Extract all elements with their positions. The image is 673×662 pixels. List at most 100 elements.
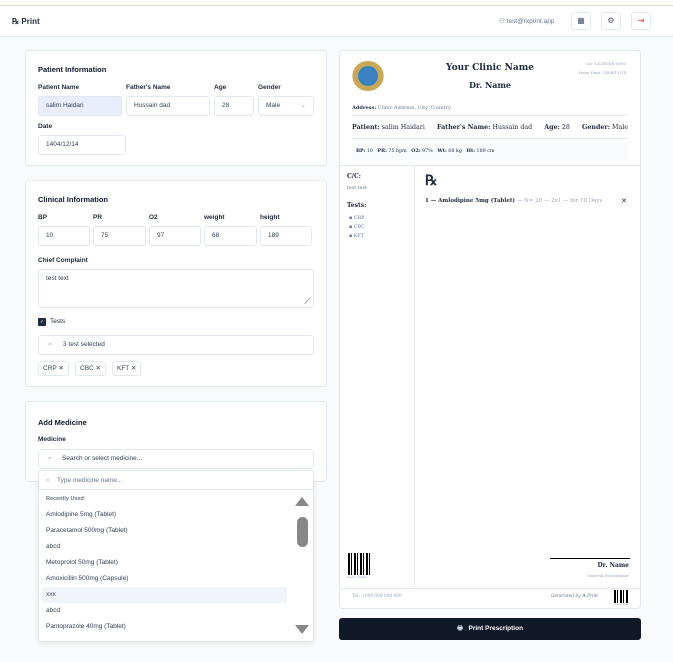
address-label: Address: bbox=[352, 105, 377, 111]
close-icon[interactable]: ✕ bbox=[96, 365, 101, 372]
qr-code bbox=[614, 590, 628, 603]
tests-label: Tests bbox=[50, 318, 66, 325]
test-item: ▪ CBC bbox=[349, 225, 365, 230]
value: 28 bbox=[561, 124, 570, 131]
medicine-option[interactable]: xxx bbox=[42, 587, 287, 603]
gear-icon: ⚙ bbox=[607, 16, 615, 25]
test-name: CBC bbox=[353, 225, 365, 230]
medicine-search-input[interactable]: ⌕ Type medicine name... bbox=[39, 471, 313, 490]
value: 189 cm bbox=[476, 149, 495, 154]
label: Medicine bbox=[38, 436, 66, 443]
tests-list: ▪ CRP ▪ CBC ▪ KFT bbox=[349, 214, 365, 241]
cc-value: test text bbox=[347, 186, 368, 191]
print-prescription-button[interactable]: 🖶 Print Prescription bbox=[339, 618, 641, 640]
label: Ht: bbox=[466, 148, 475, 154]
column-divider bbox=[414, 165, 415, 588]
license: Lic: LICENSE-0000 bbox=[586, 61, 626, 66]
tests-checkbox[interactable]: ✓ bbox=[38, 318, 46, 326]
patient-name-input[interactable]: salim Haidari bbox=[38, 96, 122, 116]
divider bbox=[340, 588, 640, 589]
medicine-name: 1 — Amlodipine 5mg (Tablet) bbox=[425, 198, 516, 204]
remove-medicine-icon[interactable]: ✕ bbox=[621, 197, 627, 205]
recently-used-heading: Recently Used bbox=[46, 496, 84, 502]
cc-label: C/C: bbox=[347, 173, 361, 180]
gender-select[interactable]: Male ⌄ bbox=[258, 96, 314, 116]
o2-input[interactable]: 97 bbox=[149, 226, 201, 246]
print-label: Print Prescription bbox=[468, 625, 524, 632]
height-label: height bbox=[260, 214, 280, 221]
medicine-dropdown: ⌕ Type medicine name... Recently Used Aml… bbox=[38, 470, 314, 642]
medicine-option[interactable]: Metoprolol 50mg (Tablet) bbox=[42, 555, 287, 571]
divider bbox=[352, 115, 628, 116]
close-icon[interactable]: ✕ bbox=[131, 365, 136, 372]
search-icon: ⌕ bbox=[48, 341, 52, 348]
medicine-option[interactable]: Amlodipine 5mg (Tablet) bbox=[42, 507, 287, 523]
bp-label: BP bbox=[38, 214, 48, 221]
label: BP: bbox=[356, 148, 366, 154]
printer-icon: 🖶 bbox=[456, 625, 464, 632]
bp-input[interactable]: 10 bbox=[38, 226, 90, 246]
vitals-bar: BP: 10 PR: 75 bpm O2: 97% Wt: 68 kg Ht: … bbox=[352, 143, 628, 160]
medicine-select[interactable]: ⌕ Search or select medicine... bbox=[38, 449, 314, 469]
patient-info-card: Patient Information Patient Name salim H… bbox=[25, 50, 327, 166]
logout-button[interactable]: ⇥ bbox=[631, 12, 651, 30]
footer-generated: Generated by ℞ Print bbox=[551, 594, 598, 599]
signature-title: General Practitioner bbox=[587, 573, 629, 578]
qr-button[interactable]: ▦ bbox=[571, 12, 591, 30]
chevron-down-icon: ⌄ bbox=[300, 102, 306, 109]
test-chip-kft: KFT ✕ bbox=[112, 361, 142, 376]
qr-caption: Scan to register bbox=[347, 576, 368, 579]
label: Date bbox=[38, 123, 53, 130]
height-input[interactable]: 189 bbox=[260, 226, 312, 246]
close-icon[interactable]: ✕ bbox=[58, 365, 63, 372]
test-name: KFT bbox=[353, 234, 364, 239]
label: Father's Name: bbox=[436, 124, 491, 131]
pr-input[interactable]: 75 bbox=[93, 226, 146, 246]
medicine-option[interactable]: abcd bbox=[42, 539, 287, 555]
label: Age bbox=[214, 84, 227, 91]
o2-label: O2 bbox=[149, 214, 158, 221]
scroll-up-arrow[interactable] bbox=[295, 497, 309, 506]
tests-label: Tests: bbox=[347, 202, 367, 209]
issue-date: Issue Date: 1404/12/14 bbox=[578, 70, 626, 75]
tests-summary: 3 test selected bbox=[63, 341, 105, 348]
tests-search-input[interactable]: ⌕ 3 test selected bbox=[38, 335, 314, 355]
qr-icon: ▦ bbox=[577, 16, 585, 25]
address-line: Address: Clinic Address, City, Country bbox=[352, 105, 451, 111]
father-name-input[interactable]: Hussain dad bbox=[126, 96, 210, 116]
clinical-info-card: Clinical Information BP PR O2 weight hei… bbox=[25, 180, 327, 387]
test-item: ▪ CRP bbox=[349, 216, 365, 221]
value: 97% bbox=[422, 149, 433, 154]
label: Father's Name bbox=[126, 84, 171, 91]
search-placeholder: Type medicine name... bbox=[57, 477, 123, 484]
date-input[interactable]: 1404/12/14 bbox=[38, 135, 126, 155]
label: Wt: bbox=[437, 148, 447, 154]
chief-complaint-textarea[interactable]: test text ⟋ bbox=[38, 269, 314, 308]
prescription-preview: Your Clinic Name Dr. Name Lic: LICENSE-0… bbox=[339, 50, 641, 609]
medicine-option[interactable]: Paracetamol 500mg (Tablet) bbox=[42, 523, 287, 539]
medicine-option[interactable]: abcd bbox=[42, 603, 287, 619]
scrollbar-thumb[interactable] bbox=[297, 517, 308, 547]
age-input[interactable]: 28 bbox=[214, 96, 254, 116]
label: Chief Complaint bbox=[38, 257, 88, 264]
settings-button[interactable]: ⚙ bbox=[601, 12, 621, 30]
medicine-option[interactable]: Pantoprazole 40mg (Tablet) bbox=[42, 619, 287, 635]
weight-input[interactable]: 68 bbox=[204, 226, 257, 246]
chip-label: CRP bbox=[43, 365, 57, 372]
resize-handle-icon[interactable]: ⟋ bbox=[304, 298, 310, 306]
value: Male bbox=[612, 124, 628, 131]
scroll-down-arrow[interactable] bbox=[295, 625, 309, 634]
qr-code bbox=[348, 553, 370, 575]
medicine-placeholder: Search or select medicine... bbox=[62, 455, 143, 462]
medicine-detail: — N= 20 — 2x1 — for 10 Days bbox=[516, 198, 603, 204]
brand-logo[interactable]: ℞ Print bbox=[12, 17, 40, 26]
value: 10 bbox=[366, 149, 373, 154]
label: Gender: bbox=[582, 124, 611, 131]
test-chip-crp: CRP ✕ bbox=[38, 361, 69, 376]
section-title: Add Medicine bbox=[38, 418, 87, 427]
signature-name: Dr. Name bbox=[597, 562, 629, 569]
medicine-option[interactable]: Amoxicillin 500mg (Capsule) bbox=[42, 571, 287, 587]
footer-tel: Tel: +000 000 000 000 bbox=[352, 594, 402, 599]
test-chip-cbc: CBC ✕ bbox=[75, 361, 106, 376]
medicine-line: 1 — Amlodipine 5mg (Tablet) — N= 20 — 2x… bbox=[425, 197, 625, 206]
